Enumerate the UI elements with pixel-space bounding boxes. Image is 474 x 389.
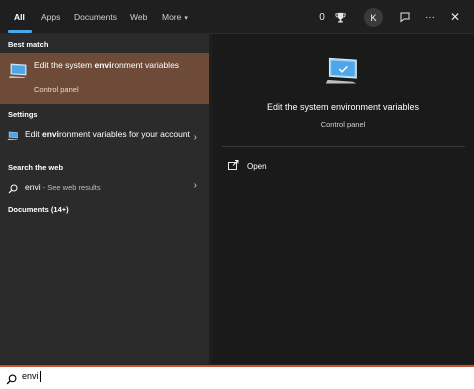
open-label: Open [247, 161, 267, 171]
search-icon [8, 181, 18, 199]
open-icon [228, 157, 239, 175]
settings-heading: Settings [8, 110, 38, 119]
text-caret [39, 371, 41, 383]
trophy-icon[interactable] [332, 0, 348, 34]
settings-result-label: Edit environment variables for your acco… [25, 128, 190, 140]
best-match-heading: Best match [8, 40, 49, 49]
search-icon [6, 372, 17, 389]
tab-web[interactable]: Web [130, 0, 147, 34]
web-result-query: envi [25, 182, 41, 192]
chevron-down-icon: ▾ [184, 15, 188, 22]
settings-result-highlight: envi [42, 129, 60, 139]
chevron-right-icon[interactable]: › [194, 132, 197, 143]
best-match-title-prefix: Edit the system [34, 60, 95, 70]
best-match-item[interactable]: Edit the system environment variables Co… [0, 53, 209, 104]
tab-documents[interactable]: Documents [74, 0, 117, 34]
settings-result-suffix: ronment variables for your account [59, 129, 190, 139]
monitor-icon [8, 62, 28, 84]
settings-result-item[interactable]: Edit environment variables for your acco… [0, 126, 209, 154]
best-match-subtitle: Control panel [34, 85, 79, 94]
monitor-icon [324, 54, 360, 91]
chevron-right-icon[interactable]: › [194, 180, 197, 191]
settings-result-prefix: Edit [25, 129, 43, 139]
search-input[interactable]: envi [22, 371, 41, 383]
documents-heading[interactable]: Documents (14+) [8, 205, 69, 214]
tab-more-label: More [162, 12, 182, 22]
search-input-value: envi [22, 371, 39, 381]
settings-monitor-icon [7, 128, 19, 146]
best-match-title-suffix: ronment variables [111, 60, 180, 70]
preview-title: Edit the system environment variables [266, 102, 420, 112]
points-count: 0 [319, 11, 325, 23]
active-tab-indicator [8, 30, 32, 33]
web-result-item[interactable]: envi - See web results › [0, 179, 209, 195]
feedback-icon[interactable] [396, 0, 414, 34]
search-web-heading: Search the web [8, 163, 64, 172]
tab-all[interactable]: All [14, 0, 25, 34]
more-icon[interactable]: ··· [422, 0, 438, 34]
best-match-title-highlight: envi [94, 60, 112, 70]
web-result-suffix: - See web results [40, 183, 101, 192]
top-bar: All Apps Documents Web More ▾ 0 K ··· ✕ [0, 0, 474, 34]
search-bar[interactable]: envi [0, 365, 474, 389]
preview-pane: Edit the system environment variables Co… [212, 34, 474, 364]
tab-apps[interactable]: Apps [41, 0, 60, 34]
avatar[interactable]: K [364, 8, 383, 27]
preview-subtitle: Control panel [320, 120, 366, 129]
best-match-title: Edit the system environment variables [34, 59, 204, 71]
divider [222, 146, 465, 147]
web-result-label: envi - See web results [25, 181, 101, 194]
tab-more[interactable]: More ▾ [162, 0, 188, 34]
open-action[interactable]: Open [228, 158, 267, 174]
close-icon[interactable]: ✕ [447, 0, 463, 34]
results-pane: Best match Edit the system environment v… [0, 34, 209, 364]
